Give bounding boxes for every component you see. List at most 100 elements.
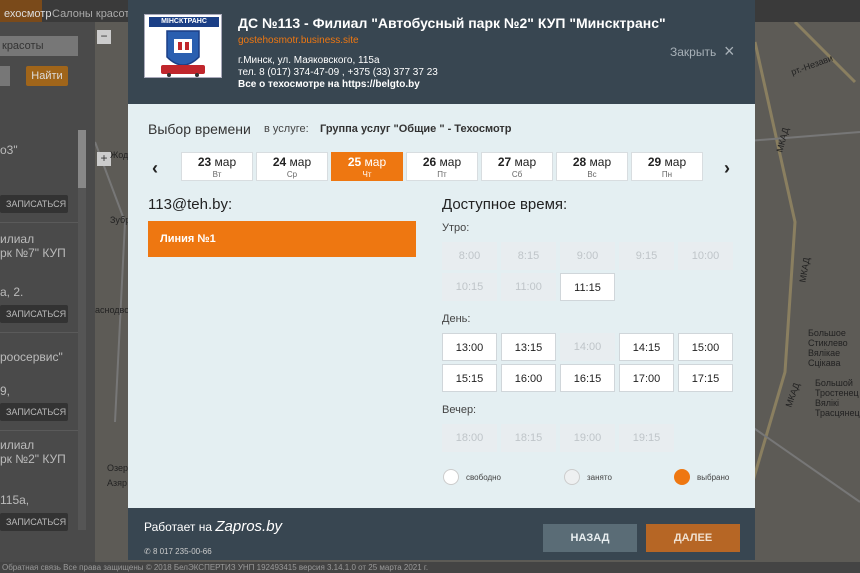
- company-logo: МІНСКТРАНС: [144, 14, 222, 78]
- service-name: Группа услуг "Общие " - Техосмотр: [320, 123, 512, 135]
- bg-divider: [0, 222, 78, 223]
- period-label: День:: [442, 313, 471, 325]
- bg-book-button[interactable]: ЗАПИСАТЬСЯ: [0, 305, 68, 323]
- time-slot[interactable]: 14:15: [619, 333, 674, 361]
- bg-book-button[interactable]: ЗАПИСАТЬСЯ: [0, 403, 68, 421]
- time-slot[interactable]: 13:00: [442, 333, 497, 361]
- line-button[interactable]: Линия №1: [148, 221, 416, 257]
- bg-list-item: роосервис": [0, 350, 63, 364]
- weekday-label: Пт: [437, 170, 447, 179]
- bg-list-item: илиал рк №2" КУП: [0, 438, 66, 466]
- legend-busy-label: занято: [587, 473, 612, 482]
- bg-zoom-plus-icon[interactable]: +: [97, 152, 111, 166]
- bg-scrollbar-thumb[interactable]: [78, 130, 86, 188]
- time-slot[interactable]: 16:00: [501, 364, 556, 392]
- weekday-label: Вс: [587, 170, 597, 179]
- time-slot: 11:00: [501, 273, 556, 301]
- time-slot[interactable]: 16:15: [560, 364, 615, 392]
- date-label: 24 мар: [272, 155, 312, 169]
- support-phone: ✆ 8 017 235-00-66: [144, 547, 212, 556]
- logo-text: МІНСКТРАНС: [149, 17, 219, 27]
- legend-chosen-icon: [674, 469, 690, 485]
- time-slot[interactable]: 17:15: [678, 364, 733, 392]
- website-link[interactable]: gostehosmotr.business.site: [238, 35, 359, 46]
- powered-by: Работает на Zapros.by: [144, 518, 282, 535]
- phone-icon: ✆: [144, 547, 151, 556]
- bg-map-label: Большой Тростенец Вялікі Трасцянец: [815, 378, 860, 418]
- bg-filter-field[interactable]: [0, 66, 10, 86]
- close-icon[interactable]: ×: [724, 42, 735, 60]
- prev-week-icon[interactable]: ‹: [152, 158, 158, 179]
- legend-free-icon: [443, 469, 459, 485]
- branch-phones: тел. 8 (017) 374-47-09 , +375 (33) 377 3…: [238, 67, 438, 78]
- about-link[interactable]: Все о техосмотре на https://belgto.by: [238, 79, 420, 90]
- back-button[interactable]: НАЗАД: [543, 524, 637, 552]
- weekday-label: Чт: [362, 170, 372, 179]
- weekday-label: Пн: [661, 170, 673, 179]
- bg-divider: [0, 332, 78, 333]
- period-label: Вечер:: [442, 404, 477, 416]
- legend-chosen-label: выбрано: [697, 473, 730, 482]
- booking-modal: МІНСКТРАНС ДС №113 - Филиал "Автобусный …: [128, 0, 755, 560]
- date-label: 28 мар: [572, 155, 612, 169]
- bg-search-input[interactable]: красоты: [0, 36, 78, 56]
- date-tab[interactable]: 24 мар Ср: [256, 152, 328, 181]
- bg-list-item: а, 2.: [0, 285, 24, 299]
- bg-zoom-in-icon[interactable]: −: [97, 30, 111, 44]
- time-slot: 18:00: [442, 424, 497, 452]
- bg-book-button[interactable]: ЗАПИСАТЬСЯ: [0, 195, 68, 213]
- time-slot: 10:15: [442, 273, 497, 301]
- date-tab[interactable]: 23 мар Вт: [181, 152, 253, 181]
- close-label[interactable]: Закрыть: [670, 45, 716, 59]
- time-slot: 18:15: [501, 424, 556, 452]
- bg-tab-techinspection[interactable]: ехосмотр: [0, 0, 51, 22]
- branch-title: ДС №113 - Филиал "Автобусный парк №2" КУ…: [238, 15, 666, 31]
- powered-label: Работает на: [144, 520, 213, 534]
- date-label: 27 мар: [497, 155, 537, 169]
- time-slot: 19:00: [560, 424, 615, 452]
- weekday-label: Вт: [212, 170, 222, 179]
- date-tab[interactable]: 26 мар Пт: [406, 152, 478, 181]
- date-label: 29 мар: [647, 155, 687, 169]
- time-slot: 10:00: [678, 242, 733, 270]
- time-slot[interactable]: 11:15: [560, 273, 615, 301]
- time-slot[interactable]: 13:15: [501, 333, 556, 361]
- date-label: 25 мар: [347, 155, 387, 169]
- time-slot: 14:00: [560, 333, 615, 361]
- branch-address: г.Минск, ул. Маяковского, 115а: [238, 55, 380, 66]
- weekday-label: Ср: [286, 170, 298, 179]
- date-tab[interactable]: 29 мар Пн: [631, 152, 703, 181]
- time-slot[interactable]: 15:15: [442, 364, 497, 392]
- time-slot: 9:00: [560, 242, 615, 270]
- legend-busy-icon: [564, 469, 580, 485]
- bg-scrollbar[interactable]: [78, 130, 86, 530]
- available-title: Доступное время:: [442, 196, 568, 213]
- location-title: 113@teh.by:: [148, 196, 233, 213]
- coat-of-arms-icon: [161, 30, 205, 77]
- next-button[interactable]: ДАЛЕЕ: [646, 524, 740, 552]
- date-tab[interactable]: 28 мар Вс: [556, 152, 628, 181]
- bg-find-button[interactable]: Найти: [26, 66, 68, 86]
- weekday-label: Сб: [511, 170, 523, 179]
- period-label: Утро:: [442, 222, 470, 234]
- date-label: 26 мар: [422, 155, 462, 169]
- bg-map-label: Азяр: [107, 478, 128, 488]
- date-tab[interactable]: 27 мар Сб: [481, 152, 553, 181]
- bg-book-button[interactable]: ЗАПИСАТЬСЯ: [0, 513, 68, 531]
- bg-map-label: Большое Стиклево Вялікае Сцікава: [808, 328, 848, 368]
- time-slot: 19:15: [619, 424, 674, 452]
- date-label: 23 мар: [197, 155, 237, 169]
- service-label: в услуге:: [264, 123, 309, 135]
- legend-free-label: свободно: [466, 473, 501, 482]
- time-slot[interactable]: 15:00: [678, 333, 733, 361]
- bg-footer: Обратная связь Все права защищены © 2018…: [0, 562, 860, 573]
- phone-number: 8 017 235-00-66: [152, 547, 212, 556]
- section-title: Выбор времени: [148, 121, 251, 137]
- bg-list-item: 115а,: [0, 493, 30, 507]
- time-slot[interactable]: 17:00: [619, 364, 674, 392]
- bg-tab-beauty[interactable]: Салоны красоты: [52, 0, 137, 22]
- bg-list-item: о3": [0, 143, 18, 157]
- date-tab[interactable]: 25 мар Чт: [331, 152, 403, 181]
- brand-logo[interactable]: Zapros.by: [215, 518, 282, 535]
- next-week-icon[interactable]: ›: [724, 158, 730, 179]
